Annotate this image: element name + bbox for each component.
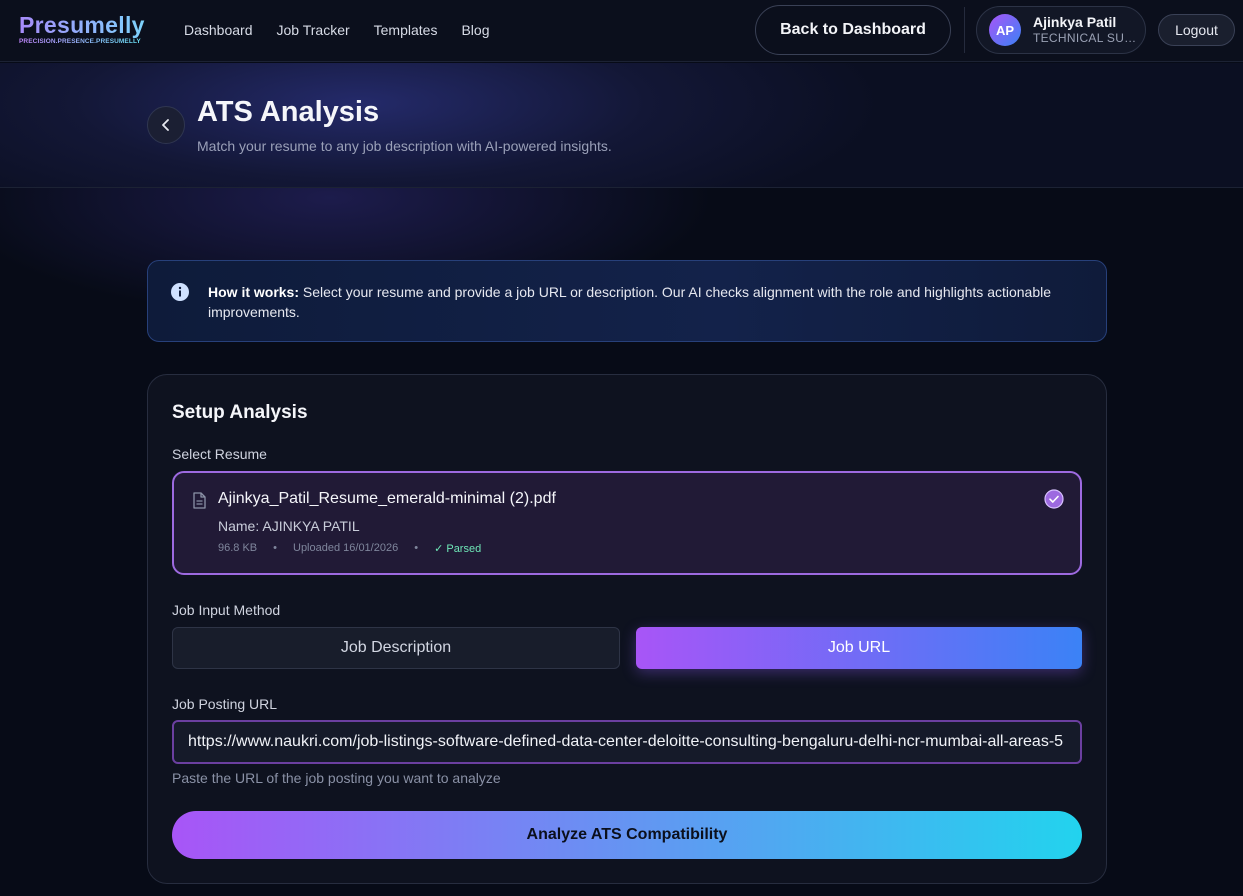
info-icon (171, 283, 189, 301)
brand-tagline: PRECISION.PRESENCE.PRESUMELLY (19, 38, 145, 45)
page-header (0, 63, 1243, 188)
back-to-dashboard-button[interactable]: Back to Dashboard (755, 5, 951, 55)
logout-button[interactable]: Logout (1158, 14, 1235, 46)
job-posting-url-label: Job Posting URL (172, 696, 278, 712)
main-nav: Dashboard Job Tracker Templates Blog (184, 22, 489, 38)
select-resume-label: Select Resume (172, 446, 267, 462)
nav-item-templates[interactable]: Templates (374, 22, 438, 38)
user-info: Ajinkya Patil TECHNICAL SUPPORT (1033, 14, 1137, 46)
resume-upload-date: Uploaded 16/01/2026 (293, 542, 399, 554)
meta-separator: • (273, 542, 277, 554)
back-button[interactable] (147, 106, 185, 144)
header-divider (964, 7, 965, 53)
how-it-works-label: How it works: (208, 284, 300, 300)
how-it-works-description: Select your resume and provide a job URL… (208, 284, 1052, 320)
nav-item-dashboard[interactable]: Dashboard (184, 22, 253, 38)
check-circle-icon (1044, 489, 1064, 509)
nav-item-job-tracker[interactable]: Job Tracker (277, 22, 350, 38)
job-url-hint: Paste the URL of the job posting you wan… (172, 770, 501, 786)
user-menu[interactable]: AP Ajinkya Patil TECHNICAL SUPPORT (976, 6, 1146, 54)
resume-meta: 96.8 KB • Uploaded 16/01/2026 • ✓ Parsed (218, 542, 481, 555)
tab-job-description[interactable]: Job Description (172, 627, 620, 669)
job-url-input[interactable] (172, 720, 1082, 764)
user-role: TECHNICAL SUPPORT (1033, 31, 1137, 45)
avatar: AP (989, 14, 1021, 46)
how-it-works-text: How it works: Select your resume and pro… (208, 282, 1088, 322)
document-icon (193, 492, 206, 509)
meta-separator: • (414, 542, 419, 554)
resume-candidate-name: Name: AJINKYA PATIL (218, 518, 360, 534)
job-input-method-label: Job Input Method (172, 602, 281, 618)
setup-analysis-title: Setup Analysis (172, 402, 308, 423)
brand-logo[interactable]: Presumelly PRECISION.PRESENCE.PRESUMELLY (19, 12, 145, 45)
tab-job-url[interactable]: Job URL (636, 627, 1082, 669)
analyze-ats-button[interactable]: Analyze ATS Compatibility (172, 811, 1082, 859)
resume-parsed-status: ✓ Parsed (434, 543, 482, 555)
page-title: ATS Analysis (197, 96, 380, 128)
chevron-left-icon (162, 119, 169, 131)
user-name: Ajinkya Patil (1033, 14, 1117, 30)
brand-name: Presumelly (19, 12, 145, 38)
resume-file-size: 96.8 KB (218, 542, 258, 554)
nav-item-blog[interactable]: Blog (461, 22, 489, 38)
top-navbar: Presumelly PRECISION.PRESENCE.PRESUMELLY… (0, 0, 1243, 62)
resume-file-name: Ajinkya_Patil_Resume_emerald-minimal (2)… (218, 490, 556, 507)
page-subtitle: Match your resume to any job description… (197, 138, 612, 154)
